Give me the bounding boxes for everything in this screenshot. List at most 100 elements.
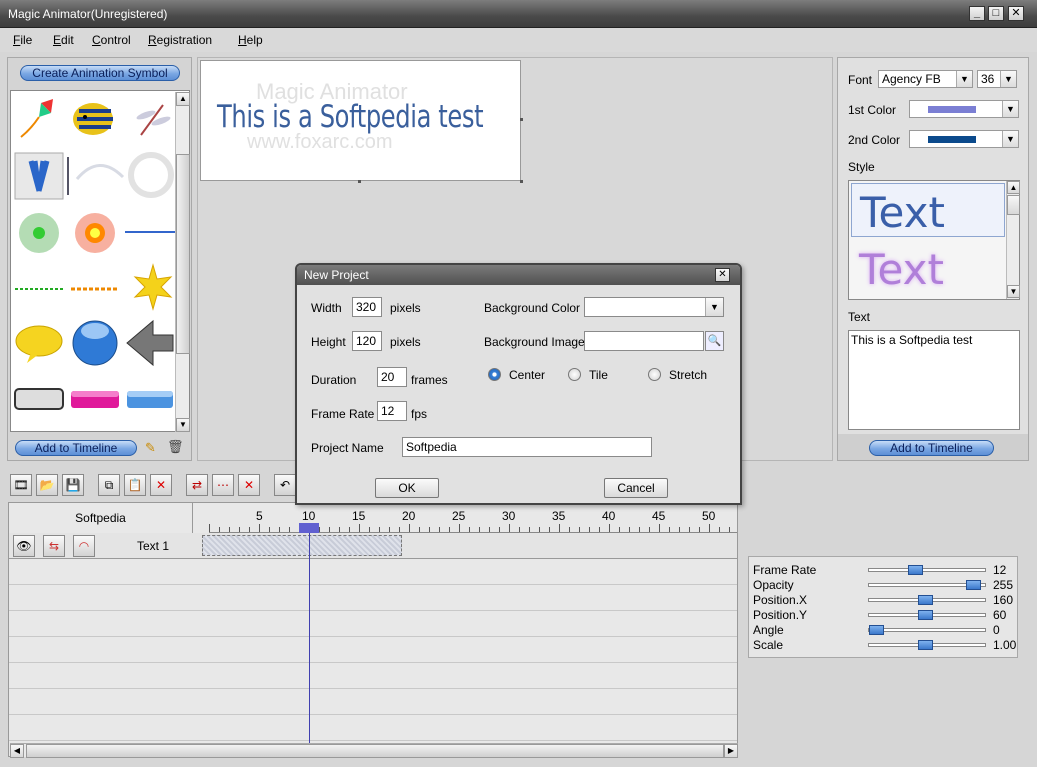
- timeline-clip[interactable]: [202, 535, 402, 556]
- blue-orb-icon[interactable]: [72, 320, 118, 366]
- pencil-icon[interactable]: ✎: [145, 440, 156, 456]
- menu-edit[interactable]: Edit: [53, 33, 74, 47]
- width-input[interactable]: 320: [352, 297, 382, 317]
- new-film-icon[interactable]: 🎞: [10, 474, 32, 496]
- slider-thumb[interactable]: [965, 580, 981, 590]
- browse-search-icon[interactable]: 🔍: [705, 331, 724, 351]
- library-scrollbar[interactable]: ▲ ▼: [175, 92, 190, 432]
- slider-thumb[interactable]: [917, 610, 933, 620]
- close-icon[interactable]: ✕: [1008, 6, 1024, 21]
- slider-track[interactable]: [868, 640, 986, 650]
- style-scrollbar[interactable]: ▲ ▼: [1006, 181, 1020, 299]
- menu-registration[interactable]: Registration: [148, 33, 212, 47]
- chevron-down-icon: ▼: [1002, 101, 1018, 117]
- create-animation-symbol-button[interactable]: Create Animation Symbol: [20, 65, 180, 81]
- font-size-select[interactable]: 36 ▼: [977, 70, 1017, 88]
- green-glow-icon[interactable]: [19, 213, 59, 253]
- style-list[interactable]: Text Text ▲ ▼: [848, 180, 1020, 300]
- slider-track[interactable]: [868, 625, 986, 635]
- frame-ruler[interactable]: 5 10 15 20 25 30 35 40 45 50: [209, 503, 737, 533]
- symbol-library-list[interactable]: [10, 90, 190, 432]
- delete-icon[interactable]: ✕: [150, 474, 172, 496]
- menu-file[interactable]: File: [13, 33, 32, 47]
- save-icon[interactable]: 💾: [62, 474, 84, 496]
- remove-motion-icon[interactable]: ✕: [238, 474, 260, 496]
- paste-icon[interactable]: 📋: [124, 474, 146, 496]
- menu-help[interactable]: Help: [238, 33, 263, 47]
- scroll-thumb[interactable]: [176, 154, 190, 354]
- scroll-thumb[interactable]: [26, 744, 724, 758]
- speech-bubble-icon[interactable]: [15, 325, 63, 363]
- scroll-thumb[interactable]: [1007, 195, 1020, 215]
- trash-icon[interactable]: 🗑: [167, 439, 184, 455]
- dialog-close-icon[interactable]: ✕: [715, 268, 730, 282]
- playhead[interactable]: [309, 523, 310, 756]
- font-select[interactable]: Agency FB ▼: [878, 70, 973, 88]
- path-icon[interactable]: ◠: [73, 535, 95, 557]
- resize-handle[interactable]: [520, 118, 523, 121]
- style-option[interactable]: Text: [851, 243, 1005, 297]
- stage-text[interactable]: This is a Softpedia test: [217, 99, 484, 135]
- ok-button[interactable]: OK: [375, 478, 439, 498]
- slider-track[interactable]: [868, 565, 986, 575]
- library-add-to-timeline-button[interactable]: Add to Timeline: [15, 440, 137, 456]
- stage[interactable]: Magic Animator www.foxarc.com This is a …: [200, 60, 521, 181]
- layer-row[interactable]: 👁 ⇆ ◠ Text 1: [9, 533, 737, 559]
- scroll-up-icon[interactable]: ▲: [1007, 181, 1020, 194]
- layer-name[interactable]: Text 1: [137, 539, 169, 553]
- duration-input[interactable]: 20: [377, 367, 407, 387]
- scroll-down-icon[interactable]: ▼: [1007, 285, 1020, 298]
- gray-button-icon[interactable]: [14, 388, 64, 410]
- kite-icon[interactable]: [20, 99, 53, 138]
- dragonfly-icon[interactable]: [136, 104, 172, 136]
- slider-thumb[interactable]: [907, 565, 923, 575]
- left-arrow-icon[interactable]: [126, 319, 174, 367]
- arc-icon[interactable]: [75, 164, 125, 180]
- add-motion-icon[interactable]: ⋯: [212, 474, 234, 496]
- style-option-selected[interactable]: Text: [851, 183, 1005, 237]
- first-color-select[interactable]: ▼: [909, 100, 1019, 118]
- project-name-input[interactable]: Softpedia: [402, 437, 652, 457]
- copy-icon[interactable]: ⧉: [98, 474, 120, 496]
- menu-control[interactable]: Control: [92, 33, 131, 47]
- eye-icon[interactable]: 👁: [13, 535, 35, 557]
- slider-track[interactable]: [868, 610, 986, 620]
- blue-button-icon[interactable]: [127, 391, 173, 408]
- second-color-select[interactable]: ▼: [909, 130, 1019, 148]
- radio-center[interactable]: [488, 368, 501, 381]
- timeline-hscrollbar[interactable]: ◀ ▶: [10, 743, 738, 758]
- timeline[interactable]: Softpedia 5 10 15 20 25 30 35 40 45 50 👁 ⇆ ◠ Text…: [8, 502, 738, 757]
- playhead-marker[interactable]: [299, 523, 319, 533]
- maximize-icon[interactable]: □: [988, 6, 1004, 21]
- minimize-icon[interactable]: _: [969, 6, 985, 21]
- scroll-up-icon[interactable]: ▲: [176, 92, 190, 106]
- open-icon[interactable]: 📂: [36, 474, 58, 496]
- resize-handle[interactable]: [358, 180, 361, 183]
- height-input[interactable]: 120: [352, 331, 382, 351]
- fish-icon[interactable]: [73, 103, 113, 135]
- slider-track[interactable]: [868, 595, 986, 605]
- undo-icon[interactable]: ↶: [274, 474, 296, 496]
- red-glow-icon[interactable]: [75, 213, 115, 253]
- slider-thumb[interactable]: [917, 640, 933, 650]
- slider-thumb[interactable]: [917, 595, 933, 605]
- scroll-left-icon[interactable]: ◀: [10, 744, 24, 758]
- cancel-button[interactable]: Cancel: [604, 478, 668, 498]
- swap-layers-icon[interactable]: ⇄: [186, 474, 208, 496]
- background-image-input[interactable]: [584, 331, 704, 351]
- properties-add-to-timeline-button[interactable]: Add to Timeline: [869, 440, 994, 456]
- slider-track[interactable]: [868, 580, 986, 590]
- pink-button-icon[interactable]: [71, 391, 119, 408]
- slider-thumb[interactable]: [869, 625, 884, 635]
- star-burst-icon[interactable]: [133, 263, 173, 311]
- radio-tile[interactable]: [568, 368, 581, 381]
- scroll-right-icon[interactable]: ▶: [724, 744, 738, 758]
- glow-ring-icon[interactable]: [128, 152, 174, 198]
- radio-stretch[interactable]: [648, 368, 661, 381]
- background-color-select[interactable]: ▼: [584, 297, 724, 317]
- text-input[interactable]: This is a Softpedia test: [848, 330, 1020, 430]
- scroll-down-icon[interactable]: ▼: [176, 418, 190, 432]
- frame-rate-input[interactable]: 12: [377, 401, 407, 421]
- resize-handle[interactable]: [520, 180, 523, 183]
- motion-icon[interactable]: ⇆: [43, 535, 65, 557]
